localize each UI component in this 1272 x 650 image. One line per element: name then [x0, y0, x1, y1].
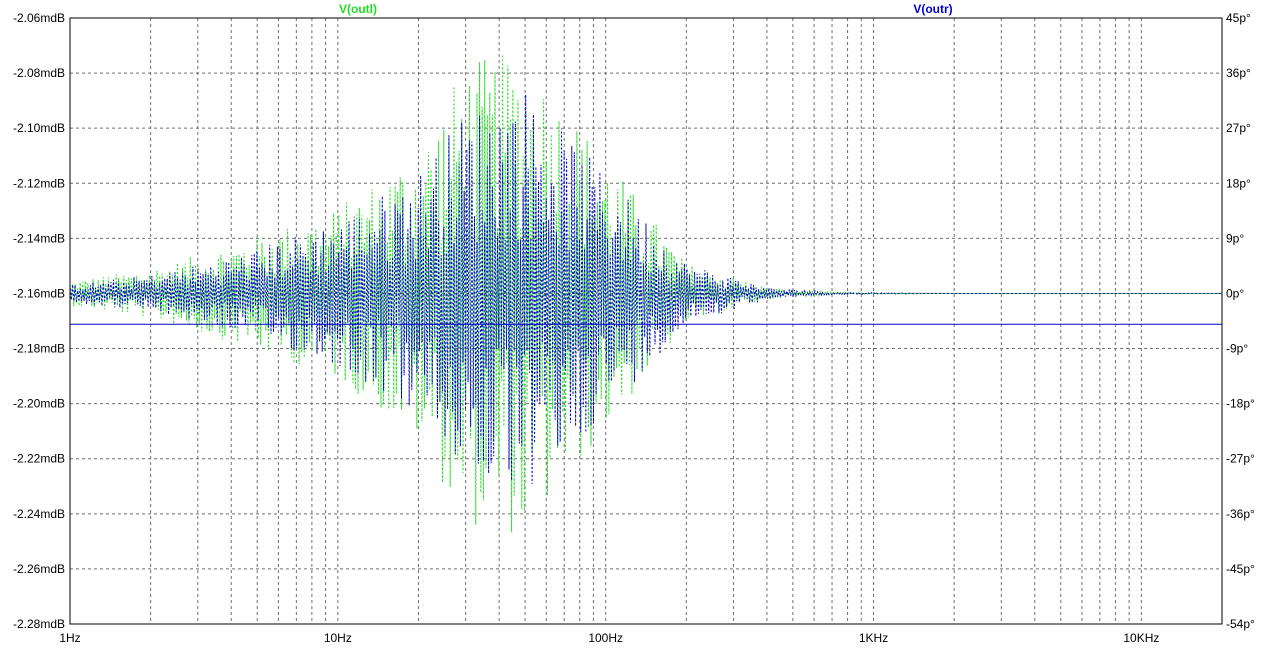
y-left-tick-label: -2.22mdB [13, 452, 65, 466]
y-left-tick-label: -2.18mdB [13, 342, 65, 356]
legend: V(outl) V(outr) [339, 2, 953, 16]
y-left-tick-label: -2.08mdB [13, 66, 65, 80]
y-left-tick-label: -2.20mdB [13, 397, 65, 411]
legend-entry: V(outl) [339, 2, 377, 16]
y-right-tick-label: -18p° [1226, 397, 1255, 411]
x-tick-label: 100Hz [588, 631, 623, 645]
y-left-tick-label: -2.14mdB [13, 231, 65, 245]
x-tick-label: 10KHz [1123, 631, 1159, 645]
y-left-tick-label: -2.10mdB [13, 121, 65, 135]
y-right-tick-label: -45p° [1226, 562, 1255, 576]
y-right-tick-label: 27p° [1226, 121, 1251, 135]
y-right-tick-label: 18p° [1226, 176, 1251, 190]
y-right-tick-label: 45p° [1226, 11, 1251, 25]
data-traces [69, 54, 1222, 533]
plot-frame [69, 17, 1223, 625]
y-left-tick-label: -2.06mdB [13, 11, 65, 25]
y-right-tick-label: -27p° [1226, 452, 1255, 466]
y-right-tick-label: 9p° [1226, 231, 1244, 245]
y-right-tick-label: -9p° [1226, 342, 1248, 356]
x-tick-label: 1Hz [59, 631, 80, 645]
y-right-tick-label: -54p° [1226, 617, 1255, 631]
plot-svg: -2.06mdB -2.08mdB -2.10mdB -2.12mdB -2.14mdB… [13, 2, 1255, 645]
x-tick-label: 10Hz [324, 631, 352, 645]
grid [70, 18, 1223, 624]
y-left-tick-label: -2.24mdB [13, 507, 65, 521]
legend-entry: V(outr) [913, 2, 952, 16]
y-left-tick-label: -2.26mdB [13, 562, 65, 576]
series-line-voutl [69, 54, 1222, 533]
y-right-tick-label: -36p° [1226, 507, 1255, 521]
y-left-tick-label: -2.12mdB [13, 176, 65, 190]
y-left-tick-label: -2.28mdB [13, 617, 65, 631]
y-right-tick-label: 0p° [1226, 286, 1244, 300]
x-tick-label: 1KHz [859, 631, 888, 645]
y-right-tick-label: 36p° [1226, 66, 1251, 80]
y-left-tick-label: -2.16mdB [13, 286, 65, 300]
